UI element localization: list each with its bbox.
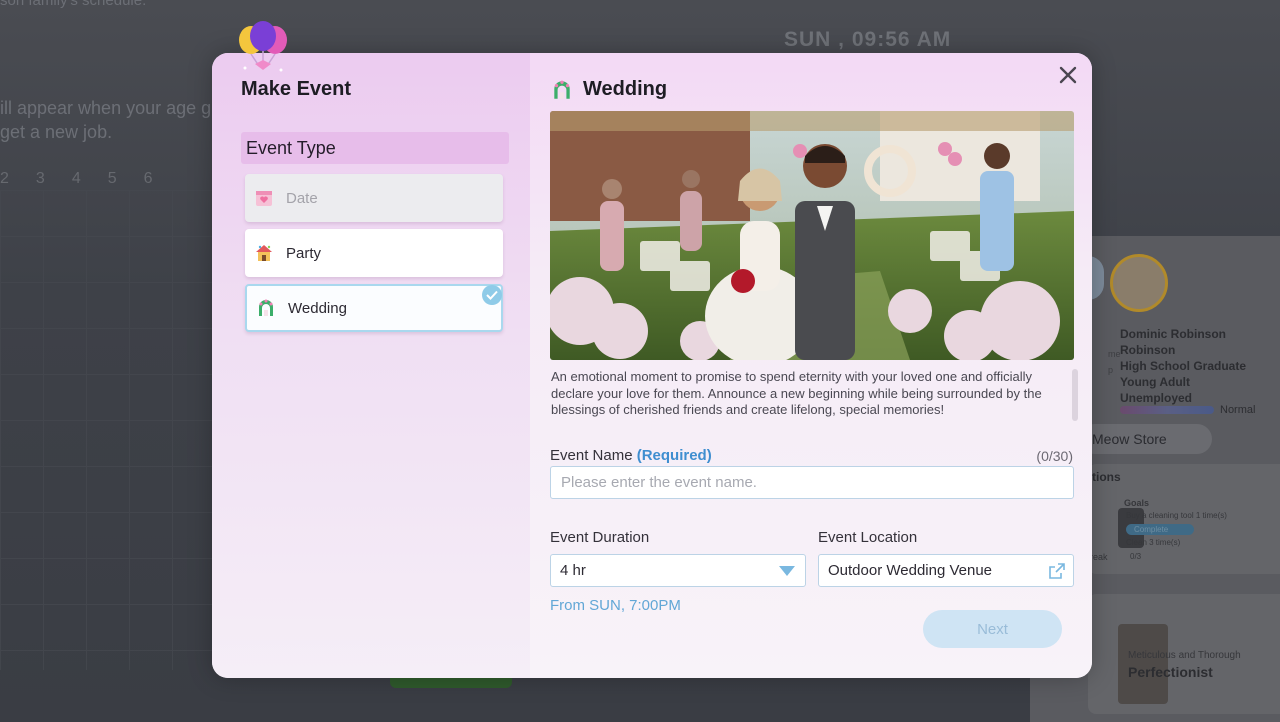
bg-number: 3	[35, 170, 45, 187]
bg-hint-line-1: ill appear when your age g	[0, 98, 212, 118]
event-details-pane: Wedding An emotional moment to promise t…	[530, 53, 1092, 678]
event-type-date[interactable]: Date	[245, 174, 503, 222]
duration-value: 4 hr	[560, 562, 586, 579]
event-name-input[interactable]	[550, 466, 1074, 499]
complete-badge: Complete	[1126, 524, 1194, 535]
goals-card-title: tions	[1092, 470, 1121, 484]
event-heading: Wedding	[551, 78, 667, 101]
event-location-label: Event Location	[818, 529, 918, 546]
calendar-heart-icon	[254, 188, 274, 208]
event-title: Wedding	[583, 78, 668, 100]
event-location-field[interactable]: Outdoor Wedding Venue	[818, 554, 1074, 587]
character-age: Young Adult	[1120, 375, 1190, 389]
trait-title: Perfectionist	[1128, 664, 1213, 680]
external-link-icon[interactable]	[1049, 562, 1065, 579]
wedding-arch-icon	[256, 298, 276, 318]
goal-side-label: reak	[1090, 552, 1108, 562]
make-event-dialog: Make Event Event Type Date Party Wedding	[212, 53, 1092, 678]
goal-item: Buy a cleaning tool 1 time(s)	[1126, 511, 1227, 520]
goal-progress: 0/3	[1130, 552, 1142, 561]
bg-number: 6	[143, 170, 153, 187]
mood-bar	[1120, 406, 1214, 414]
description-scrollbar[interactable]	[1072, 369, 1078, 421]
check-icon	[482, 285, 502, 305]
event-type-party[interactable]: Party	[245, 229, 503, 277]
bg-number: 5	[107, 170, 117, 187]
event-type-label: Date	[286, 189, 318, 207]
event-type-label: Party	[286, 244, 322, 262]
bg-calendar-grid	[0, 190, 212, 670]
next-button[interactable]: Next	[923, 610, 1062, 648]
event-description: An emotional moment to promise to spend …	[551, 369, 1042, 417]
side-field-labels: me p	[1108, 349, 1121, 375]
event-type-label: Wedding	[288, 299, 347, 317]
close-icon[interactable]	[1056, 63, 1080, 87]
wedding-arch-icon	[551, 79, 573, 101]
meow-store-button: Meow Store	[1080, 424, 1212, 454]
chevron-down-icon	[779, 565, 795, 576]
bg-schedule-text: son family's schedule.	[0, 0, 147, 9]
bg-number-row: 2 3 4 5 6	[0, 170, 153, 188]
event-type-wedding[interactable]: Wedding	[245, 284, 503, 332]
character-name: Dominic Robinson	[1120, 327, 1226, 341]
event-start-time: From SUN, 7:00PM	[550, 597, 681, 614]
mood-label: Normal	[1220, 404, 1256, 416]
event-type-header: Event Type	[241, 132, 509, 164]
wedding-ceremony-photo	[550, 111, 1074, 360]
dialog-title: Make Event	[241, 78, 352, 100]
goals-card: tions reak Goals Buy a cleaning tool 1 t…	[1088, 464, 1280, 574]
trait-card: Meticulous and Thorough Perfectionist	[1088, 594, 1280, 714]
event-duration-label: Event Duration	[550, 529, 650, 546]
goal-item: Clean 3 time(s)	[1126, 538, 1181, 547]
event-duration-select[interactable]: 4 hr	[550, 554, 806, 587]
party-house-icon	[254, 243, 274, 263]
required-tag: (Required)	[636, 447, 712, 464]
event-type-pane: Make Event Event Type Date Party Wedding	[212, 53, 530, 678]
bg-number: 2	[0, 170, 9, 187]
avatar	[1110, 254, 1168, 312]
trait-subtitle: Meticulous and Thorough	[1128, 650, 1241, 661]
location-value: Outdoor Wedding Venue	[828, 562, 993, 579]
bg-clock: SUN , 09:56 AM	[784, 28, 952, 51]
character-surname: Robinson	[1120, 343, 1176, 357]
character-education: High School Graduate	[1120, 359, 1247, 373]
name-char-counter: (0/30)	[1036, 448, 1073, 464]
character-info: Dominic Robinson Robinson High School Gr…	[1120, 326, 1246, 406]
goals-label: Goals	[1124, 498, 1150, 508]
balloons-icon	[239, 21, 287, 72]
bg-number: 4	[71, 170, 81, 187]
event-name-label: Event Name (Required)	[550, 447, 712, 464]
bg-hint-line-2: get a new job.	[0, 122, 113, 142]
